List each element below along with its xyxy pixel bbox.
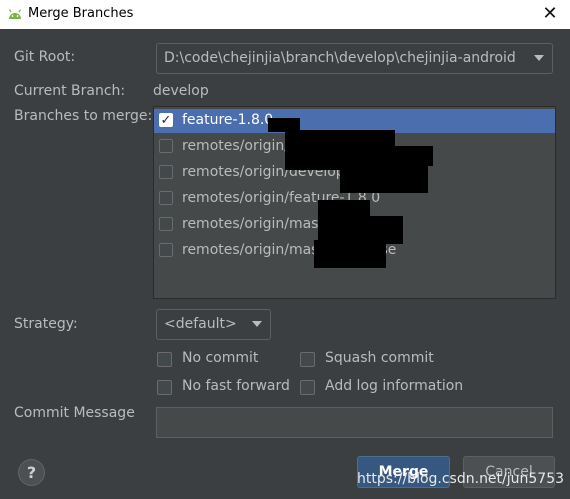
branch-checkbox[interactable] (159, 243, 173, 257)
branch-checkbox[interactable]: ✓ (159, 113, 173, 127)
branch-checkbox[interactable] (159, 139, 173, 153)
strategy-label: Strategy: (14, 316, 78, 332)
add-log-information-checkbox[interactable]: Add log information (300, 378, 480, 398)
commit-message-label: Commit Message (14, 405, 135, 421)
watermark: https://blog.csdn.net/jun5753 (357, 471, 565, 487)
squash-commit-checkbox[interactable]: Squash commit (300, 350, 460, 370)
no-fast-forward-label: No fast forward (182, 378, 290, 394)
current-branch-label: Current Branch: (14, 83, 126, 99)
add-log-information-label: Add log information (325, 378, 464, 394)
strategy-value: <default> (164, 316, 237, 332)
strategy-combo[interactable]: <default> (156, 309, 271, 340)
git-root-value: D:\code\chejinjia\branch\develop\chejinj… (164, 50, 516, 66)
redaction-mark (340, 163, 428, 193)
branch-label: feature-1.8.0 (182, 112, 274, 128)
branch-label: remotes/origin/master (182, 216, 339, 232)
git-root-label: Git Root: (14, 49, 76, 65)
chevron-down-icon (252, 321, 262, 327)
branch-checkbox[interactable] (159, 165, 173, 179)
no-commit-checkbox[interactable]: No commit (157, 350, 287, 370)
checkbox-box[interactable] (157, 352, 172, 367)
checkbox-box[interactable] (157, 380, 172, 395)
branches-to-merge-label: Branches to merge: (14, 108, 153, 124)
current-branch-value: develop (153, 83, 209, 99)
no-commit-label: No commit (182, 350, 259, 366)
commit-message-input[interactable] (156, 407, 553, 438)
checkbox-box[interactable] (300, 380, 315, 395)
chevron-down-icon (534, 55, 544, 61)
help-button[interactable]: ? (18, 459, 45, 486)
branch-checkbox[interactable] (159, 191, 173, 205)
title-bar: Merge Branches ✕ (0, 0, 570, 29)
close-icon[interactable]: ✕ (538, 3, 562, 25)
squash-commit-label: Squash commit (325, 350, 434, 366)
checkbox-box[interactable] (300, 352, 315, 367)
git-root-combo[interactable]: D:\code\chejinjia\branch\develop\chejinj… (156, 43, 553, 74)
branch-checkbox[interactable] (159, 217, 173, 231)
redaction-mark (314, 240, 386, 268)
no-fast-forward-checkbox[interactable]: No fast forward (157, 378, 297, 398)
android-icon (8, 9, 22, 19)
window-title: Merge Branches (28, 6, 134, 21)
